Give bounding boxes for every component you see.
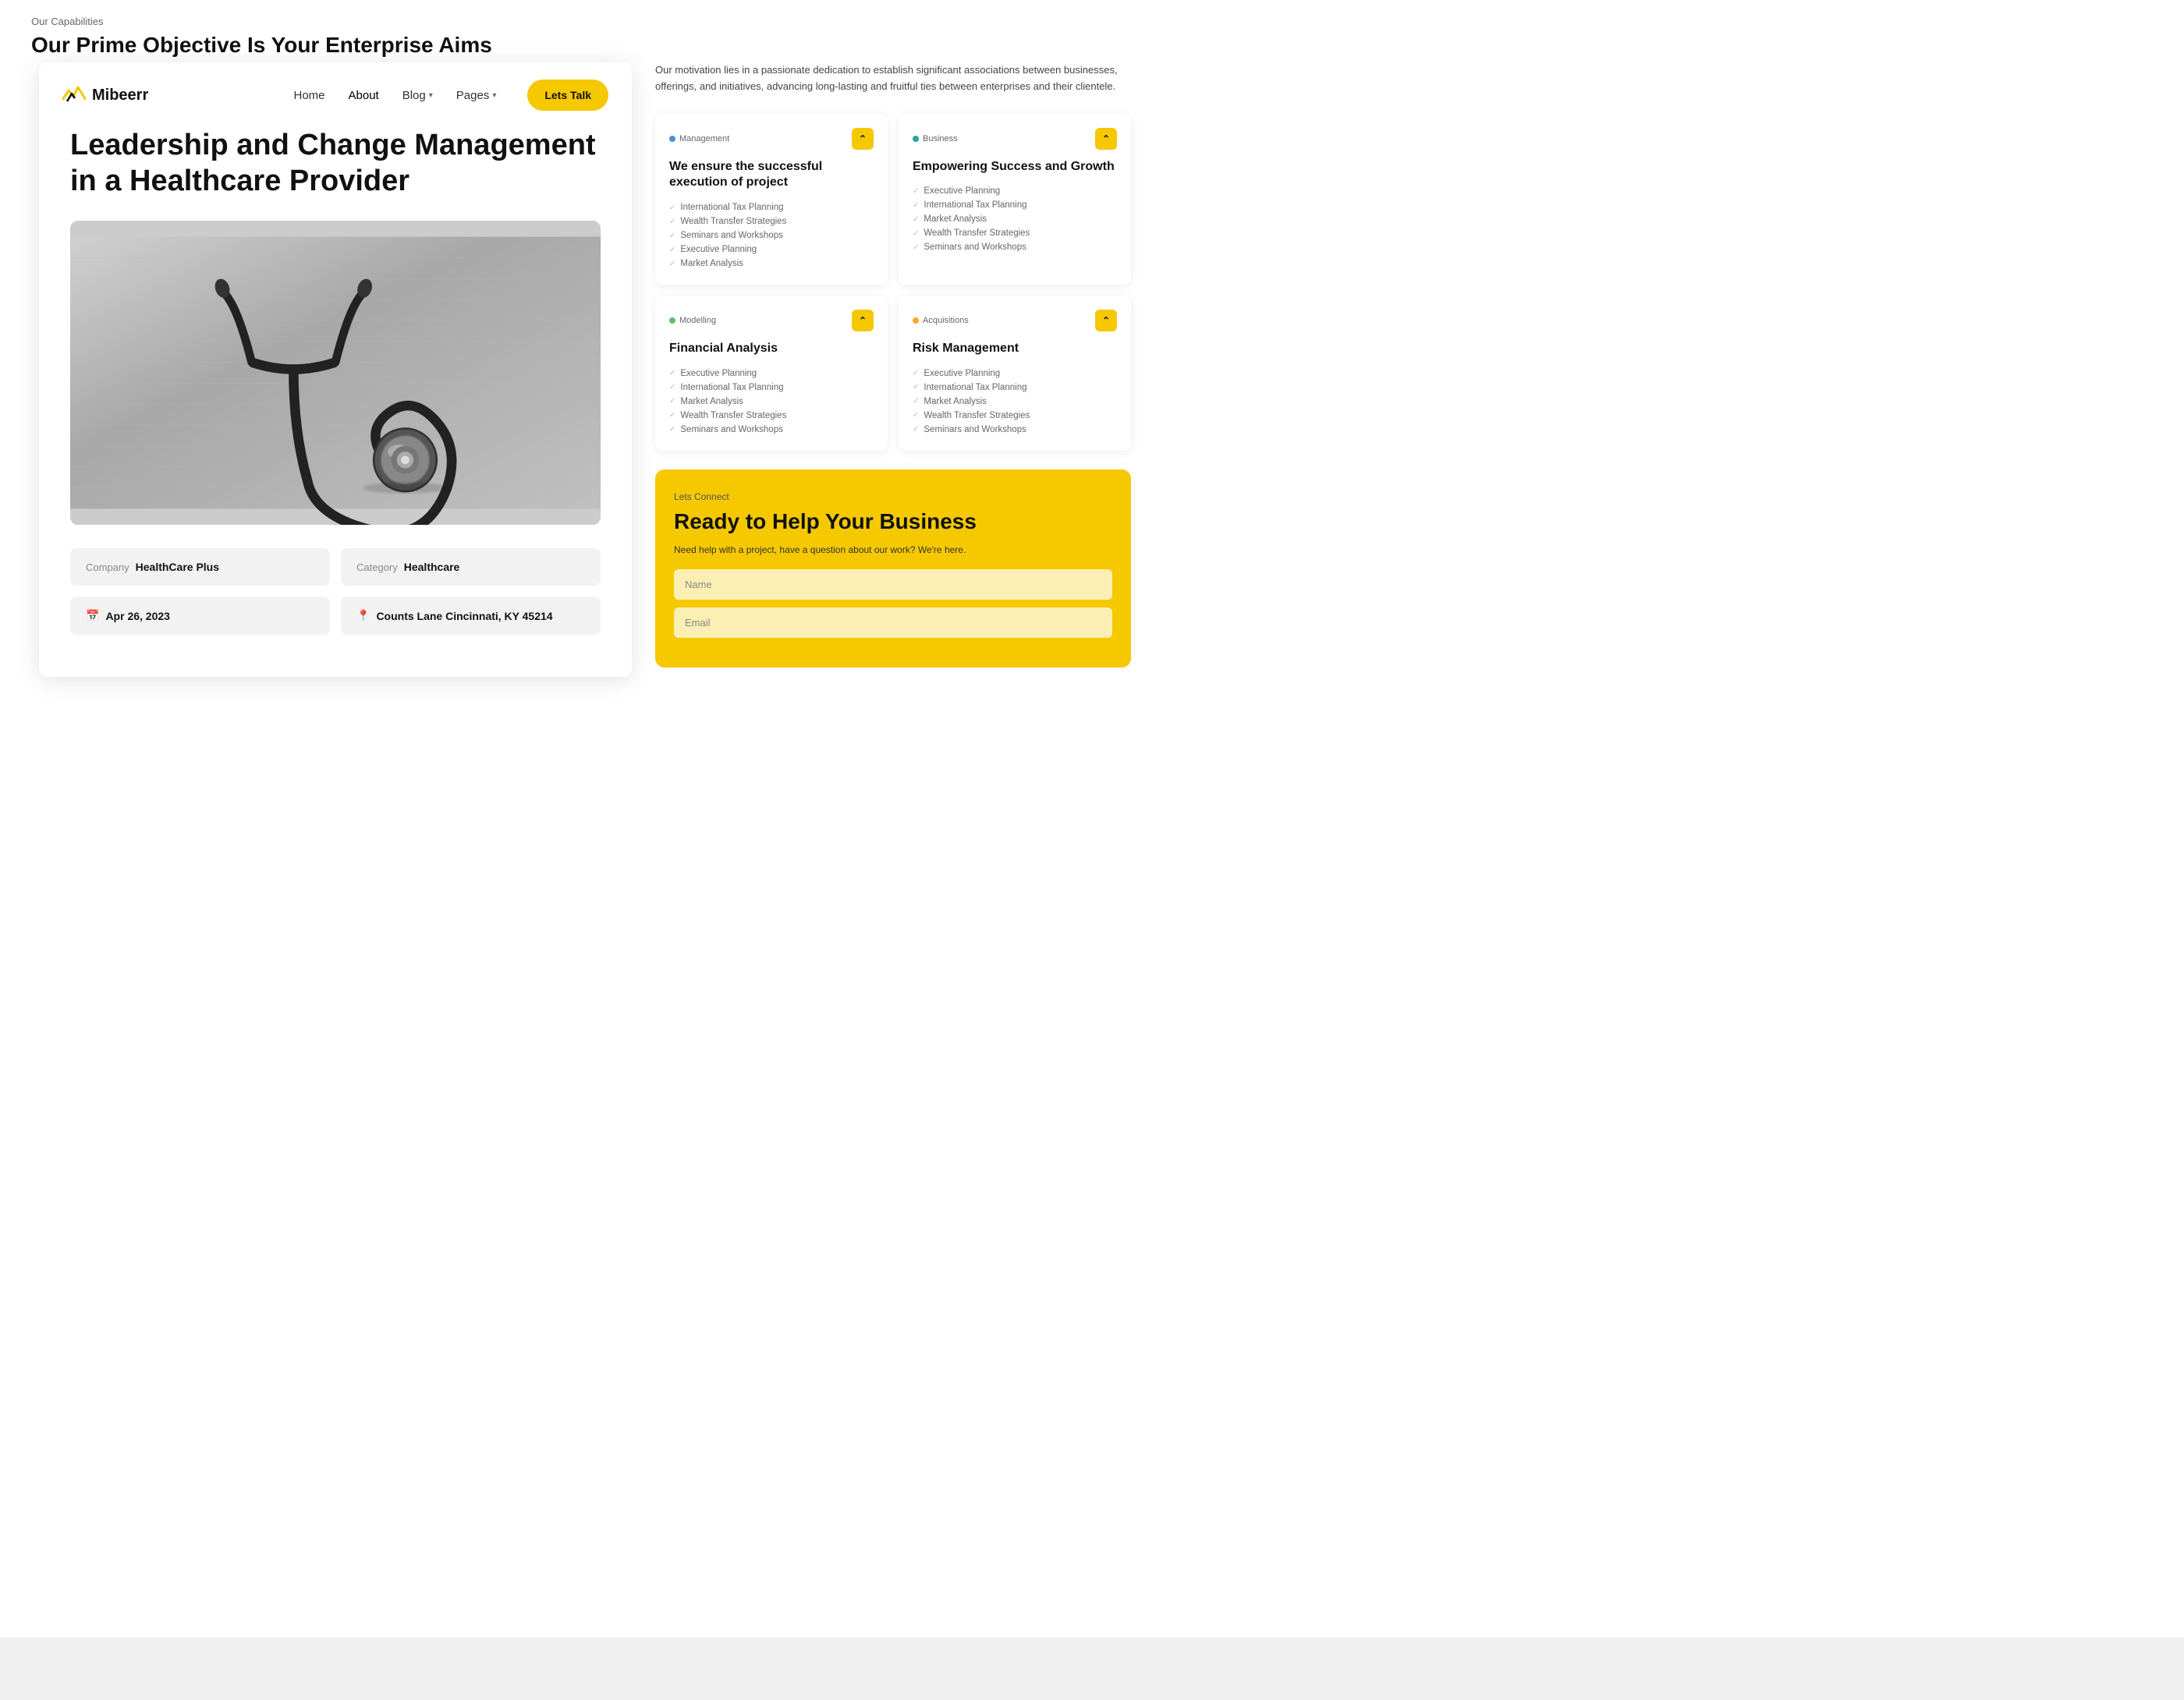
- nav-link-about[interactable]: About: [349, 89, 379, 102]
- post-content: Leadership and Change Management in a He…: [39, 128, 632, 661]
- capability-list-3: Executive Planning International Tax Pla…: [913, 367, 1117, 437]
- right-panel: Our motivation lies in a passionate dedi…: [632, 62, 1131, 677]
- capability-card-business: Business ⌃ Empowering Success and Growth…: [899, 114, 1131, 285]
- main-wrapper: Mibeerr Home About Blog ▾ Pages ▾ Lets T…: [39, 62, 1131, 677]
- capability-card-header-0: Management ⌃: [669, 128, 874, 150]
- lets-talk-button[interactable]: Lets Talk: [527, 80, 608, 111]
- cta-name-input[interactable]: [674, 569, 1112, 600]
- tag-label-0: Management: [679, 134, 729, 143]
- hero-image: [70, 221, 601, 525]
- meta-category-label: Category: [356, 561, 398, 573]
- capability-grid: Management ⌃ We ensure the successful ex…: [655, 114, 1131, 451]
- left-card: Mibeerr Home About Blog ▾ Pages ▾ Lets T…: [39, 62, 632, 677]
- meta-category-box: Category Healthcare: [341, 548, 601, 586]
- cap-item: Market Analysis: [913, 395, 1117, 409]
- cap-item: International Tax Planning: [913, 381, 1117, 395]
- navbar: Mibeerr Home About Blog ▾ Pages ▾ Lets T…: [39, 62, 632, 128]
- capability-arrow-btn-2[interactable]: ⌃: [852, 310, 874, 331]
- cap-item: International Tax Planning: [669, 200, 874, 214]
- tag-label-2: Modelling: [679, 316, 716, 325]
- cap-item: Wealth Transfer Strategies: [669, 409, 874, 423]
- cap-item: Market Analysis: [913, 212, 1117, 226]
- meta-location-value: Counts Lane Cincinnati, KY 45214: [376, 610, 552, 622]
- post-title: Leadership and Change Management in a He…: [70, 128, 601, 199]
- meta-date-value: Apr 26, 2023: [105, 610, 170, 622]
- capability-list-0: International Tax Planning Wealth Transf…: [669, 200, 874, 271]
- location-icon: 📍: [356, 609, 370, 622]
- capability-list-2: Executive Planning International Tax Pla…: [669, 367, 874, 437]
- meta-grid: Company HealthCare Plus Category Healthc…: [70, 548, 601, 635]
- cap-item: Executive Planning: [913, 184, 1117, 198]
- meta-company-value: HealthCare Plus: [136, 561, 219, 573]
- cap-item: Seminars and Workshops: [913, 240, 1117, 254]
- cap-item: Executive Planning: [669, 367, 874, 381]
- bg-capabilities-label: Our Capabilities: [31, 16, 2153, 27]
- cap-item: International Tax Planning: [913, 198, 1117, 212]
- meta-location-box: 📍 Counts Lane Cincinnati, KY 45214: [341, 597, 601, 635]
- calendar-icon: 📅: [86, 609, 99, 622]
- cap-item: International Tax Planning: [669, 381, 874, 395]
- capability-title-2: Financial Analysis: [669, 341, 874, 357]
- tag-label-3: Acquisitions: [923, 316, 969, 325]
- cap-item: Wealth Transfer Strategies: [913, 409, 1117, 423]
- logo-text: Mibeerr: [92, 87, 148, 104]
- capability-card-management: Management ⌃ We ensure the successful ex…: [655, 114, 888, 285]
- tag-dot-2: [669, 317, 675, 324]
- cap-item: Wealth Transfer Strategies: [913, 226, 1117, 240]
- tag-dot-0: [669, 136, 675, 142]
- meta-company-box: Company HealthCare Plus: [70, 548, 330, 586]
- cap-item: Market Analysis: [669, 395, 874, 409]
- cta-lets-connect: Lets Connect: [674, 491, 1112, 502]
- cap-item: Seminars and Workshops: [669, 228, 874, 243]
- cap-item: Wealth Transfer Strategies: [669, 214, 874, 228]
- capability-arrow-btn-0[interactable]: ⌃: [852, 128, 874, 150]
- capability-card-header-1: Business ⌃: [913, 128, 1117, 150]
- capability-arrow-btn-3[interactable]: ⌃: [1095, 310, 1117, 331]
- capability-tag-3: Acquisitions: [913, 316, 969, 325]
- meta-company-label: Company: [86, 561, 129, 573]
- capability-list-1: Executive Planning International Tax Pla…: [913, 184, 1117, 254]
- capability-title-3: Risk Management: [913, 341, 1117, 357]
- capability-title-1: Empowering Success and Growth: [913, 159, 1117, 175]
- capability-title-0: We ensure the successful execution of pr…: [669, 159, 874, 192]
- nav-links: Home About Blog ▾ Pages ▾: [293, 89, 496, 102]
- meta-category-value: Healthcare: [404, 561, 460, 573]
- blog-dropdown-icon: ▾: [429, 91, 433, 100]
- meta-date-box: 📅 Apr 26, 2023: [70, 597, 330, 635]
- capability-card-acquisitions: Acquisitions ⌃ Risk Management Executive…: [899, 296, 1131, 451]
- tag-dot-3: [913, 317, 919, 324]
- cap-item: Market Analysis: [669, 257, 874, 271]
- tag-label-1: Business: [923, 134, 958, 143]
- cta-description: Need help with a project, have a questio…: [674, 543, 1112, 557]
- capability-card-header-2: Modelling ⌃: [669, 310, 874, 331]
- capability-card-modelling: Modelling ⌃ Financial Analysis Executive…: [655, 296, 888, 451]
- cap-item: Seminars and Workshops: [913, 423, 1117, 437]
- nav-link-pages[interactable]: Pages ▾: [456, 89, 497, 102]
- cta-email-input[interactable]: [674, 607, 1112, 638]
- capability-arrow-btn-1[interactable]: ⌃: [1095, 128, 1117, 150]
- logo-area: Mibeerr: [62, 86, 148, 104]
- cap-item: Executive Planning: [913, 367, 1117, 381]
- capability-tag-0: Management: [669, 134, 729, 143]
- logo-icon: [62, 86, 86, 104]
- bg-top-section: Our Capabilities Our Prime Objective Is …: [0, 0, 2184, 70]
- cap-item: Executive Planning: [669, 243, 874, 257]
- bg-capabilities-title: Our Prime Objective Is Your Enterprise A…: [31, 32, 2153, 58]
- cta-section: Lets Connect Ready to Help Your Business…: [655, 469, 1131, 668]
- pages-dropdown-icon: ▾: [492, 91, 496, 100]
- capability-tag-1: Business: [913, 134, 958, 143]
- nav-link-blog[interactable]: Blog ▾: [402, 89, 433, 102]
- motivation-text: Our motivation lies in a passionate dedi…: [655, 62, 1131, 95]
- cta-title: Ready to Help Your Business: [674, 508, 1112, 535]
- nav-link-home[interactable]: Home: [293, 89, 324, 102]
- tag-dot-1: [913, 136, 919, 142]
- capability-card-header-3: Acquisitions ⌃: [913, 310, 1117, 331]
- capability-tag-2: Modelling: [669, 316, 716, 325]
- cap-item: Seminars and Workshops: [669, 423, 874, 437]
